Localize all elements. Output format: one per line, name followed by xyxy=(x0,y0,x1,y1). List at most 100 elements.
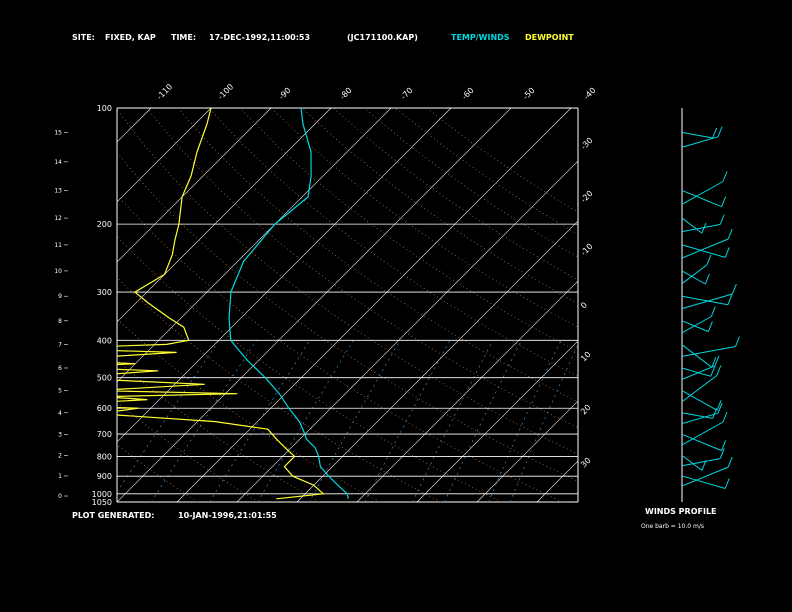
right-isotherm-label: 0 xyxy=(579,300,589,310)
wind-barb-flag xyxy=(721,196,727,207)
isotherm-line xyxy=(117,108,332,323)
isotherm-line xyxy=(476,400,578,502)
mixing-ratio-line xyxy=(509,343,578,502)
wind-barb-staff xyxy=(681,412,719,425)
isobars xyxy=(117,223,578,495)
pressure-tick-label: 200 xyxy=(97,220,112,229)
wind-barb-flag xyxy=(731,283,737,295)
site-value: FIXED, KAP xyxy=(105,33,156,42)
wind-barb-staff xyxy=(681,224,721,233)
wind-barb-staff xyxy=(681,346,736,357)
isotherm-line xyxy=(536,460,578,502)
wind-barb-staff xyxy=(681,316,712,334)
height-tick-label: 8 xyxy=(58,318,62,325)
wind-barb-staff xyxy=(681,375,718,403)
height-tick-label: 4 xyxy=(58,410,62,417)
isotherm-line xyxy=(117,108,212,203)
site-label: SITE: xyxy=(72,33,95,42)
dry-adiabat xyxy=(426,108,578,213)
wind-barb-flag xyxy=(724,478,730,489)
time-value: 17-DEC-1992,11:00:53 xyxy=(209,33,310,42)
pressure-tick-label: 900 xyxy=(97,472,112,481)
height-tick-label: 11 xyxy=(54,242,62,249)
pressure-tick-label: 300 xyxy=(97,288,112,297)
right-isotherm-label: 10 xyxy=(579,350,593,364)
dry-adiabat xyxy=(332,108,578,281)
right-isotherm-label: -10 xyxy=(579,242,595,258)
dry-adiabat xyxy=(301,108,578,304)
height-tick-label: 13 xyxy=(54,187,62,194)
skewt-figure: { "header": { "site_label": "SITE:", "si… xyxy=(0,0,792,612)
top-isotherm-label: -90 xyxy=(277,86,293,102)
height-tick-label: 14 xyxy=(54,159,62,166)
top-isotherm-label: -50 xyxy=(521,86,537,102)
wind-barb-staff xyxy=(681,293,733,310)
dry-adiabat xyxy=(394,108,578,235)
dry-adiabat xyxy=(117,109,578,455)
top-isotherm-label: -80 xyxy=(338,86,354,102)
mixing-ratio-line xyxy=(257,340,354,502)
dry-adiabat xyxy=(117,318,381,502)
pressure-tick-label: 400 xyxy=(97,336,112,345)
dry-adiabat xyxy=(117,235,502,502)
right-isotherm-label: 20 xyxy=(579,403,593,417)
wind-barb-staff xyxy=(681,421,724,446)
wind-barb-staff xyxy=(681,365,716,380)
isotherm-line xyxy=(236,160,578,502)
wind-barb-flag xyxy=(727,294,733,305)
height-tick-label: 6 xyxy=(58,365,62,372)
height-tick-label: 2 xyxy=(58,452,62,459)
isotherm-line xyxy=(117,108,392,383)
height-axis-labels: 1514131211109876543210 xyxy=(54,129,68,500)
dry-adiabat xyxy=(117,359,320,502)
right-isotherm-labels: -30 -20 -10 0 10 20 30 xyxy=(579,136,595,470)
height-tick-label: 7 xyxy=(58,342,62,349)
top-isotherm-label: -60 xyxy=(460,86,476,102)
wind-barb-flag xyxy=(717,403,723,414)
wind-barb-flag xyxy=(712,127,718,139)
wind-barb-staff xyxy=(681,433,722,452)
wind-barb-staff xyxy=(681,264,708,285)
wind-barb-flag xyxy=(704,273,710,285)
plot-frame xyxy=(116,107,579,503)
generated-label: PLOT GENERATED: xyxy=(72,511,154,520)
dry-adiabat xyxy=(117,401,259,502)
wind-barb-flag xyxy=(727,228,733,240)
generated-value: 10-JAN-1996,21:01:55 xyxy=(178,511,277,520)
isotherm-line xyxy=(117,108,452,443)
temp-legend: TEMP/WINDS xyxy=(451,33,510,42)
file-id: (JC171100.KAP) xyxy=(347,33,418,42)
isotherm-line xyxy=(176,108,572,502)
dry-adiabat xyxy=(117,276,442,502)
dewpoint-line xyxy=(117,108,325,500)
winds-title: WINDS PROFILE xyxy=(645,507,717,516)
pressure-tick-label: 1050 xyxy=(92,498,112,507)
wind-barb-staff xyxy=(681,270,706,285)
wind-barb-staff xyxy=(681,475,726,489)
pressure-axis-labels: 10020030040050060070080090010001050 xyxy=(92,104,112,507)
wind-barb-flag xyxy=(707,321,713,332)
pressure-tick-label: 800 xyxy=(97,452,112,461)
wind-barb-flag xyxy=(722,411,728,423)
isotherm-line xyxy=(117,108,152,143)
mixing-ratio-line xyxy=(444,340,522,502)
wind-barb-flag xyxy=(716,365,722,376)
mixing-ratio-line xyxy=(412,340,494,502)
time-label: TIME: xyxy=(171,33,196,42)
dry-adiabat xyxy=(239,108,578,353)
height-tick-label: 10 xyxy=(54,268,62,275)
pressure-tick-label: 600 xyxy=(97,404,112,413)
height-tick-label: 15 xyxy=(54,129,62,136)
right-isotherm-label: -20 xyxy=(579,189,595,205)
right-isotherm-label: -30 xyxy=(579,136,595,152)
wind-barb-staff xyxy=(681,320,709,333)
top-isotherm-label: -100 xyxy=(216,82,235,101)
dry-adiabat xyxy=(270,108,578,328)
top-isotherm-label: -40 xyxy=(582,86,598,102)
wind-barb-flag xyxy=(716,400,722,411)
wind-barb-flag xyxy=(717,126,723,137)
wind-barb-staff xyxy=(681,390,718,411)
mixing-ratio-line xyxy=(308,340,401,502)
mixing-ratio-line xyxy=(488,340,562,502)
dry-adiabat xyxy=(177,108,578,403)
